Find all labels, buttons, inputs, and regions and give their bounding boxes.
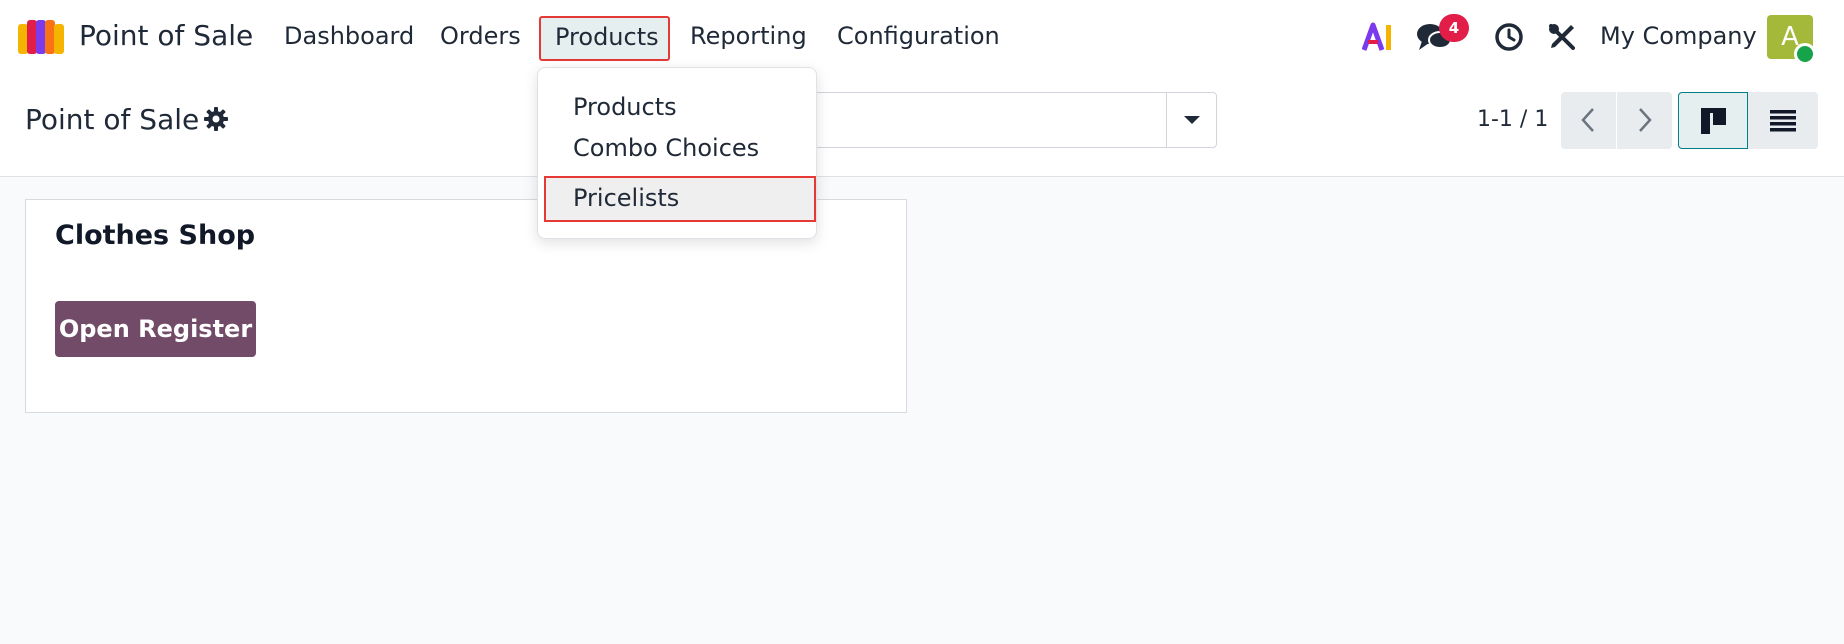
menu-products-label: Products [555, 23, 659, 51]
menu-products[interactable]: Products [539, 16, 670, 61]
ai-icon[interactable] [1362, 22, 1394, 52]
menu-configuration[interactable]: Configuration [837, 22, 1000, 50]
page-title: Point of Sale [25, 103, 200, 136]
dropdown-item-combo-choices[interactable]: Combo Choices [538, 126, 816, 172]
gear-icon[interactable] [203, 106, 229, 132]
menu-dashboard[interactable]: Dashboard [284, 22, 414, 50]
menu-orders[interactable]: Orders [440, 22, 521, 50]
search-options-toggle[interactable] [1166, 93, 1216, 147]
card-title: Clothes Shop [55, 220, 256, 251]
dropdown-item-label: Products [573, 93, 677, 121]
pager-previous-button[interactable] [1561, 92, 1616, 149]
company-switcher[interactable]: My Company [1600, 22, 1757, 50]
kanban-view-button[interactable] [1678, 92, 1748, 149]
chevron-right-icon [1639, 108, 1652, 132]
open-register-button[interactable]: Open Register [55, 301, 256, 357]
messages-badge: 4 [1439, 14, 1469, 42]
control-panel: Point of Sale 1-1 / 1 [0, 75, 1844, 177]
dropdown-item-pricelists[interactable]: Pricelists [544, 176, 816, 222]
pager-value[interactable]: 1-1 / 1 [1477, 107, 1548, 132]
clock-icon[interactable] [1494, 22, 1524, 52]
online-status-icon [1794, 43, 1816, 65]
caret-down-icon [1184, 116, 1200, 124]
pager-next-button[interactable] [1617, 92, 1672, 149]
dropdown-item-products[interactable]: Products [538, 85, 816, 131]
list-view-button[interactable] [1748, 92, 1818, 149]
dropdown-item-label: Combo Choices [573, 134, 760, 162]
tools-icon[interactable] [1547, 22, 1577, 52]
list-icon [1770, 110, 1796, 132]
chevron-left-icon [1581, 108, 1594, 132]
dropdown-item-label: Pricelists [573, 184, 680, 212]
kanban-icon [1701, 108, 1726, 134]
app-name[interactable]: Point of Sale [79, 19, 253, 52]
top-navbar: Point of Sale Dashboard Orders Products … [0, 0, 1844, 75]
products-dropdown-menu: Products Combo Choices Pricelists [537, 67, 817, 239]
menu-reporting[interactable]: Reporting [690, 22, 807, 50]
point-of-sale-logo-icon[interactable] [18, 20, 66, 54]
